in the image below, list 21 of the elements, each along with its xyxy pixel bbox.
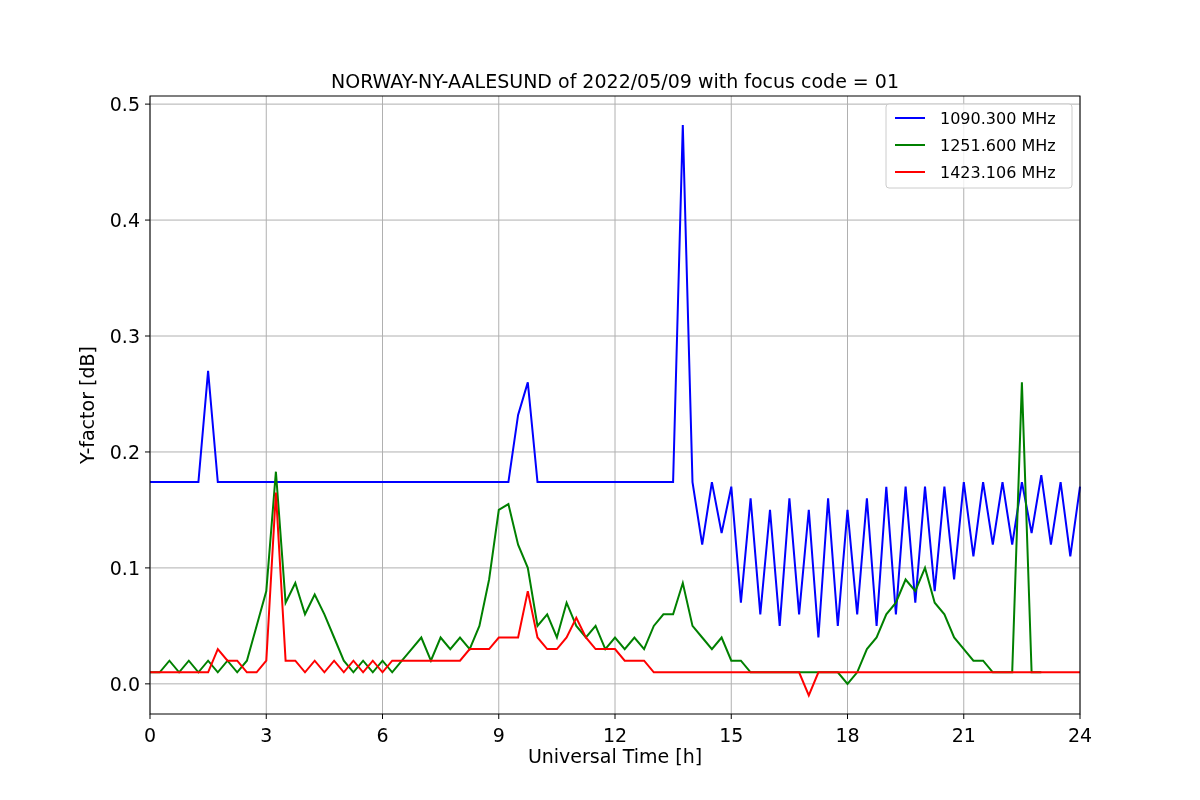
x-tick-label: 12 (602, 724, 628, 746)
y-tick-label: 0.5 (109, 93, 140, 116)
legend-label: 1423.106 MHz (940, 163, 1056, 182)
x-tick-label: 18 (835, 724, 860, 746)
legend-label: 1251.600 MHz (940, 136, 1056, 155)
y-tick-label: 0.4 (109, 209, 140, 232)
y-tick-label: 0.0 (109, 672, 140, 695)
x-tick-label: 6 (376, 724, 389, 746)
x-tick-label: 24 (1067, 724, 1093, 746)
legend-label: 1090.300 MHz (940, 109, 1056, 128)
x-axis-label: Universal Time [h] (527, 745, 703, 767)
x-tick-label: 15 (719, 724, 744, 746)
chart-title: NORWAY-NY-AALESUND of 2022/05/09 with focus code = 01 (331, 70, 899, 92)
y-tick-label: 0.1 (109, 556, 140, 579)
y-axis-label: Y-factor [dB] (76, 346, 98, 464)
x-tick-label: 21 (951, 724, 976, 746)
y-tick-label: 0.3 (109, 325, 140, 347)
x-tick-label: 0 (143, 724, 157, 746)
x-tick-label: 3 (260, 724, 273, 746)
y-tick-label: 0.2 (109, 440, 140, 463)
x-tick-label: 9 (492, 724, 505, 746)
